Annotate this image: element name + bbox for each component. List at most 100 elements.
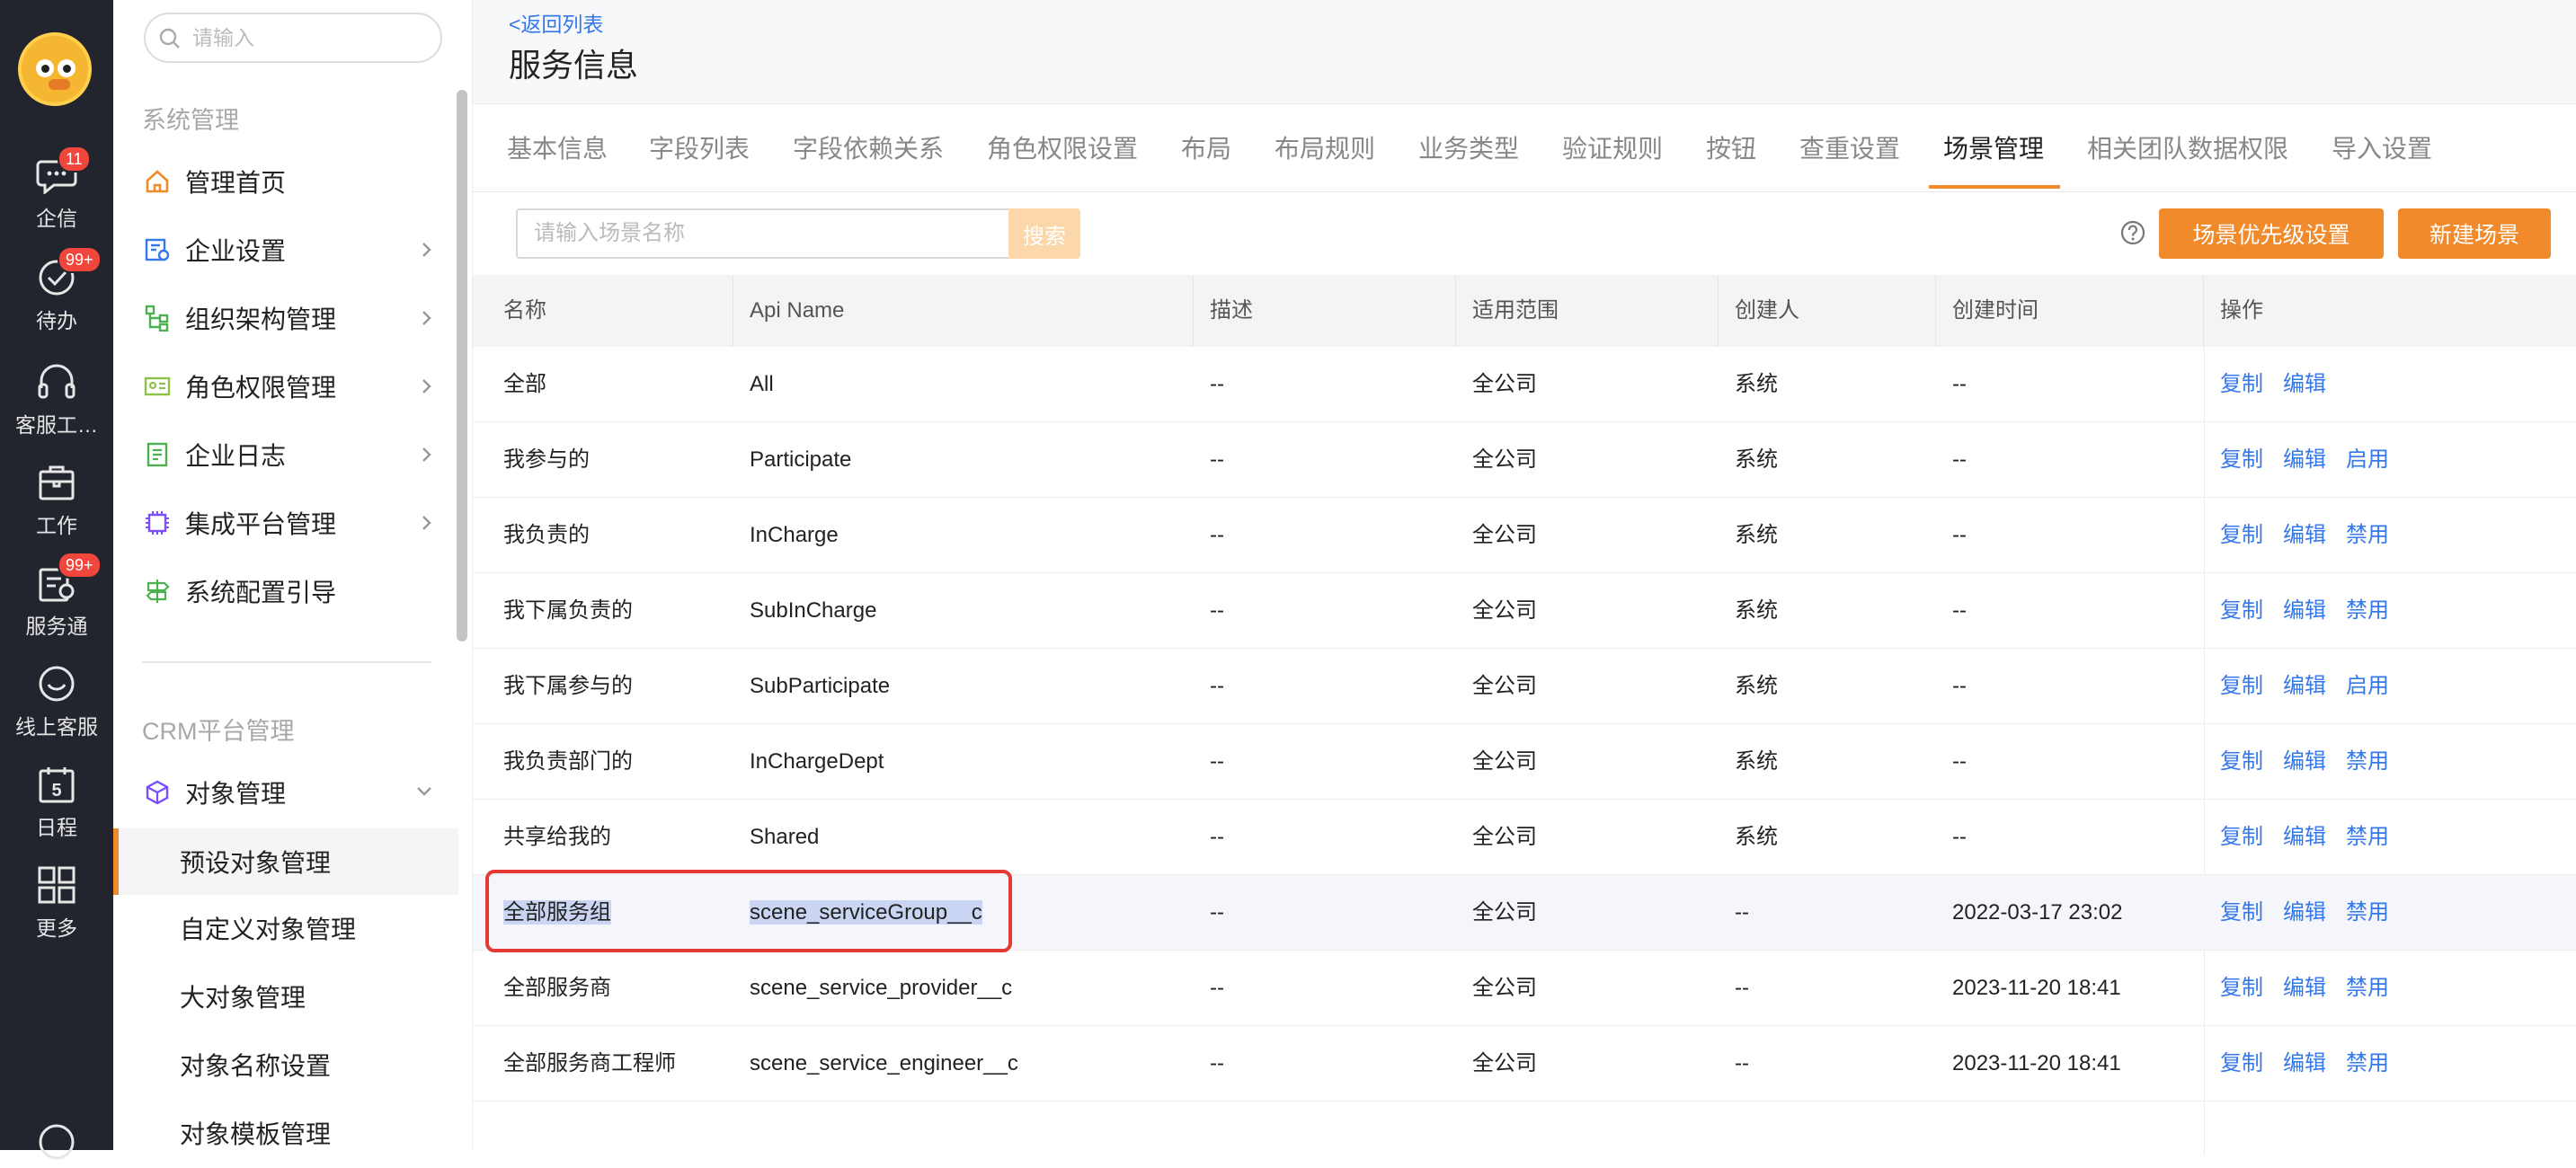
cell-actions: 复制 编辑 禁用: [2204, 498, 2409, 573]
copy-link[interactable]: 复制: [2220, 447, 2263, 472]
sidebar-subitem-preset-objects[interactable]: 预设对象管理: [113, 828, 458, 895]
tab-import-settings[interactable]: 导入设置: [2332, 129, 2432, 165]
tab-scene-management[interactable]: 场景管理: [1943, 129, 2044, 165]
copy-link[interactable]: 复制: [2220, 900, 2263, 925]
cell-api-name-text: Participate: [750, 447, 852, 472]
disable-link[interactable]: 禁用: [2346, 523, 2389, 547]
disable-link[interactable]: 禁用: [2346, 825, 2389, 849]
cell-scope-text: 全公司: [1472, 372, 1537, 396]
user-avatar[interactable]: [18, 32, 92, 106]
enable-link[interactable]: 启用: [2346, 447, 2389, 472]
sidebar-item-integration-platform[interactable]: 集成平台管理: [113, 491, 455, 555]
copy-link[interactable]: 复制: [2220, 749, 2263, 774]
rail-item-calendar[interactable]: 5 日程: [0, 765, 113, 841]
copy-link[interactable]: 复制: [2220, 1051, 2263, 1075]
cell-api-name-text: Shared: [750, 825, 820, 849]
copy-link[interactable]: 复制: [2220, 598, 2263, 623]
sidebar-item-enterprise-settings[interactable]: 企业设置: [113, 217, 455, 282]
search-button[interactable]: 搜索: [1008, 208, 1080, 259]
cell-name: 我下属参与的: [473, 649, 633, 724]
tab-team-data-permission[interactable]: 相关团队数据权限: [2087, 129, 2288, 165]
sidebar-item-enterprise-log[interactable]: 企业日志: [113, 422, 455, 487]
table-row[interactable]: 共享给我的 Shared -- 全公司 系统 -- 复制 编辑 禁用: [473, 800, 2576, 875]
edit-link[interactable]: 编辑: [2283, 976, 2326, 1000]
sidebar-item-object-management[interactable]: 对象管理: [113, 760, 455, 825]
scene-search-input[interactable]: [516, 208, 1008, 259]
rail-item-more[interactable]: 更多: [0, 866, 113, 942]
edit-link[interactable]: 编辑: [2283, 674, 2326, 698]
edit-link[interactable]: 编辑: [2283, 372, 2326, 396]
tab-validation-rules[interactable]: 验证规则: [1562, 129, 1663, 165]
cell-scope: 全公司: [1456, 875, 1537, 951]
table-row[interactable]: 全部 All -- 全公司 系统 -- 复制 编辑: [473, 347, 2576, 422]
smile-chat-icon: [39, 666, 75, 702]
disable-link[interactable]: 禁用: [2346, 976, 2389, 1000]
tab-field-dependency[interactable]: 字段依赖关系: [793, 129, 944, 165]
rail-label: 线上客服: [15, 715, 98, 739]
cell-description: --: [1194, 422, 1224, 498]
table-row[interactable]: 我下属负责的 SubInCharge -- 全公司 系统 -- 复制 编辑 禁用: [473, 573, 2576, 649]
sidebar-item-label: 对象管理: [185, 780, 287, 808]
cell-name-text: 我下属参与的: [503, 674, 633, 698]
cell-created-time: --: [1936, 573, 1967, 649]
rail-item-work[interactable]: 工作: [0, 464, 113, 539]
sidebar-item-role-permission[interactable]: 角色权限管理: [113, 354, 455, 419]
sidebar-item-org-structure[interactable]: 组织架构管理: [113, 286, 455, 350]
edit-link[interactable]: 编辑: [2283, 825, 2326, 849]
disable-link[interactable]: 禁用: [2346, 1051, 2389, 1075]
sidebar-subitem-object-templates[interactable]: 对象模板管理: [113, 1100, 458, 1166]
edit-link[interactable]: 编辑: [2283, 900, 2326, 925]
tab-layout-rules[interactable]: 布局规则: [1275, 129, 1375, 165]
rail-item-help[interactable]: [0, 1123, 113, 1168]
sidebar-subitem-custom-objects[interactable]: 自定义对象管理: [113, 895, 458, 961]
sidebar-scrollbar[interactable]: [457, 90, 467, 642]
table-row[interactable]: 我负责部门的 InChargeDept -- 全公司 系统 -- 复制 编辑 禁用: [473, 724, 2576, 800]
edit-link[interactable]: 编辑: [2283, 1051, 2326, 1075]
tab-duplicate-check[interactable]: 查重设置: [1799, 129, 1900, 165]
tab-buttons[interactable]: 按钮: [1706, 129, 1756, 165]
new-scene-button[interactable]: 新建场景: [2398, 208, 2551, 259]
copy-link[interactable]: 复制: [2220, 825, 2263, 849]
edit-link[interactable]: 编辑: [2283, 749, 2326, 774]
tab-basic-info[interactable]: 基本信息: [507, 129, 608, 165]
enable-link[interactable]: 启用: [2346, 674, 2389, 698]
sidebar-search-input[interactable]: [192, 23, 426, 52]
sidebar-subitem-object-names[interactable]: 对象名称设置: [113, 1031, 458, 1098]
rail-item-chat[interactable]: 11 企信: [0, 146, 113, 232]
rail-item-online-service[interactable]: 线上客服: [0, 665, 113, 740]
sidebar-item-admin-home[interactable]: 管理首页: [113, 149, 455, 214]
copy-link[interactable]: 复制: [2220, 976, 2263, 1000]
copy-link[interactable]: 复制: [2220, 523, 2263, 547]
scene-priority-button[interactable]: 场景优先级设置: [2159, 208, 2384, 259]
disable-link[interactable]: 禁用: [2346, 749, 2389, 774]
tab-role-permission[interactable]: 角色权限设置: [987, 129, 1138, 165]
edit-link[interactable]: 编辑: [2283, 447, 2326, 472]
table-row[interactable]: 全部服务商工程师 scene_service_engineer__c -- 全公司 --…: [473, 1026, 2576, 1102]
copy-link[interactable]: 复制: [2220, 372, 2263, 396]
sidebar-item-config-guide[interactable]: 系统配置引导: [113, 559, 455, 624]
edit-link[interactable]: 编辑: [2283, 523, 2326, 547]
back-to-list-link[interactable]: <返回列表: [509, 7, 603, 38]
table-row[interactable]: 我负责的 InCharge -- 全公司 系统 -- 复制 编辑 禁用: [473, 498, 2576, 573]
cell-name-text: 我下属负责的: [503, 598, 633, 623]
disable-link[interactable]: 禁用: [2346, 900, 2389, 925]
rail-item-customer-service[interactable]: 客服工…: [0, 363, 113, 438]
cell-api-name: Shared: [733, 800, 819, 875]
sidebar-subitem-big-objects[interactable]: 大对象管理: [113, 963, 458, 1030]
cell-description: --: [1194, 951, 1224, 1026]
cell-created-time: --: [1936, 649, 1967, 724]
rail-item-service[interactable]: 99+ 服务通: [0, 552, 113, 640]
copy-link[interactable]: 复制: [2220, 674, 2263, 698]
table-row[interactable]: 全部服务商 scene_service_provider__c -- 全公司 -- 202…: [473, 951, 2576, 1026]
help-icon[interactable]: [2119, 219, 2146, 246]
sidebar-search[interactable]: [144, 13, 442, 63]
tab-layout[interactable]: 布局: [1181, 129, 1231, 165]
cell-description-text: --: [1210, 900, 1224, 925]
disable-link[interactable]: 禁用: [2346, 598, 2389, 623]
table-row[interactable]: 我下属参与的 SubParticipate -- 全公司 系统 -- 复制 编辑 启用: [473, 649, 2576, 724]
table-row[interactable]: 我参与的 Participate -- 全公司 系统 -- 复制 编辑 启用: [473, 422, 2576, 498]
edit-link[interactable]: 编辑: [2283, 598, 2326, 623]
rail-item-todo[interactable]: 99+ 待办: [0, 246, 113, 334]
tab-business-type[interactable]: 业务类型: [1418, 129, 1519, 165]
tab-field-list[interactable]: 字段列表: [649, 129, 750, 165]
